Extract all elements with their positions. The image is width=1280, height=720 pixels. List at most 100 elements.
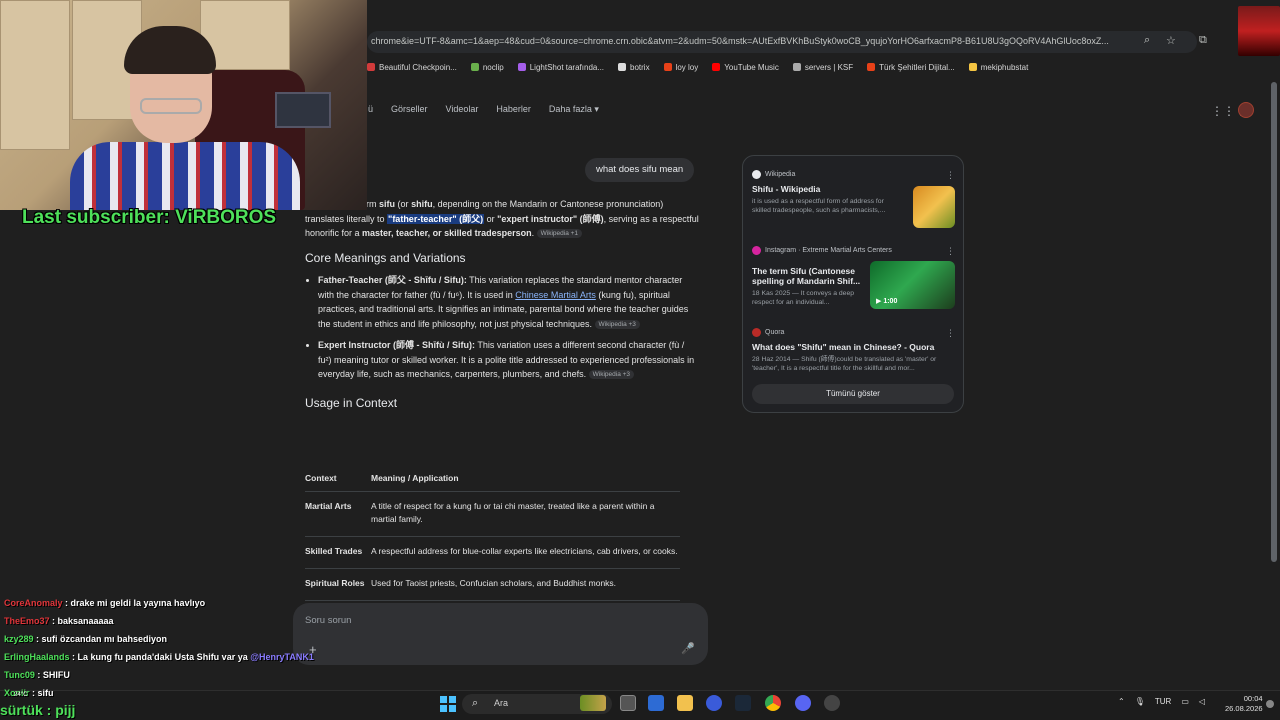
address-bar[interactable]: chrome&ie=UTF-8&amc=1&aep=48&cud=0&sourc… bbox=[367, 31, 1197, 53]
chrome-icon[interactable] bbox=[765, 695, 781, 711]
tab-videos[interactable]: Videolar bbox=[446, 104, 479, 115]
notification-icon[interactable] bbox=[1266, 700, 1274, 708]
wikipedia-icon bbox=[752, 170, 761, 179]
variations-list: Father-Teacher (師父 - Shīfu / Sifu): This… bbox=[305, 273, 700, 382]
chat-message: kzy289 : sufi özcandan mı bahsediyon bbox=[4, 630, 344, 648]
settings-icon[interactable] bbox=[824, 695, 840, 711]
source-card-instagram[interactable]: The term Sifu (Cantonese spelling of Man… bbox=[752, 261, 862, 307]
windows-start-icon[interactable] bbox=[440, 696, 456, 712]
chat-text: : drake mi geldi la yayına havlıyo bbox=[62, 598, 206, 608]
chat-username: CoreAnomaly bbox=[4, 598, 63, 608]
chat-message: Tunc09 : SHIFU bbox=[4, 666, 344, 684]
search-icon: ⌕ bbox=[472, 697, 479, 709]
show-all-button[interactable]: Tümünü göster bbox=[752, 384, 954, 404]
file-explorer-icon[interactable] bbox=[677, 695, 693, 711]
source-chip[interactable]: Wikipedia +1 bbox=[536, 229, 583, 239]
bookmark-item[interactable]: mekiphubstat bbox=[968, 63, 1028, 72]
bookmark-item[interactable]: noclip bbox=[470, 63, 504, 72]
chat-latest-line: sürtük : pijj bbox=[0, 702, 76, 718]
bookmark-item[interactable]: YouTube Music bbox=[712, 63, 779, 72]
corner-thumbnail bbox=[1238, 6, 1280, 56]
steam-icon[interactable] bbox=[735, 695, 751, 711]
quora-icon bbox=[752, 328, 761, 337]
highlighted-term: "father-teacher" (師父) bbox=[387, 213, 485, 224]
wall-poster bbox=[275, 92, 331, 128]
more-options-icon[interactable]: ⋮ bbox=[946, 170, 955, 181]
zoom-icon[interactable]: ⌕ bbox=[1144, 34, 1150, 47]
tab-all[interactable]: ü bbox=[368, 104, 373, 115]
table-header: Context bbox=[305, 470, 371, 492]
table-row: Martial Arts A title of respect for a kun… bbox=[305, 491, 680, 537]
chat-username: kzy289 bbox=[4, 634, 34, 644]
chat-message: ErlingHaalands : La kung fu panda'daki U… bbox=[4, 648, 344, 666]
search-highlight-icon[interactable] bbox=[580, 695, 606, 711]
user-query-bubble: what does sifu mean bbox=[585, 158, 695, 182]
search-tabs: ü Görseller Videolar Haberler Daha fazla… bbox=[368, 104, 599, 115]
chat-mention: @HenryTANK1 bbox=[250, 652, 314, 662]
bookmark-favicon-icon bbox=[792, 63, 801, 71]
bookmark-item[interactable]: Türk Şehitleri Dijital... bbox=[867, 63, 955, 72]
language-indicator[interactable]: TUR bbox=[1155, 697, 1171, 706]
extensions-icon[interactable]: ⧉ bbox=[1199, 34, 1207, 47]
more-options-icon[interactable]: ⋮ bbox=[946, 246, 955, 257]
bookmark-favicon-icon bbox=[367, 63, 375, 71]
bookmark-item[interactable]: botrix bbox=[618, 63, 650, 72]
chat-username: TheEmo37 bbox=[4, 616, 50, 626]
video-thumbnail[interactable]: ▶ 1:00 bbox=[870, 261, 955, 309]
bookmark-item[interactable]: Beautiful Checkpoin... bbox=[367, 63, 457, 72]
taskbar-clock[interactable]: 00:04 26.08.2026 bbox=[1225, 694, 1263, 714]
chat-message: TheEmo37 : baksanaaaaa bbox=[4, 612, 344, 630]
source-card-quora[interactable]: Quora What does "Shifu" mean in Chinese?… bbox=[752, 328, 952, 373]
source-card-instagram-header[interactable]: Instagram · Extreme Martial Arts Centers bbox=[752, 246, 947, 255]
streamer-shirt bbox=[70, 142, 300, 210]
chat-message: Xoniir : sifu bbox=[4, 684, 344, 702]
chinese-martial-arts-link[interactable]: Chinese Martial Arts bbox=[515, 290, 596, 300]
page-scrollbar[interactable] bbox=[1271, 82, 1277, 562]
ask-input-box[interactable] bbox=[293, 603, 708, 665]
calculator-icon[interactable] bbox=[648, 695, 664, 711]
bookmark-favicon-icon bbox=[712, 63, 721, 71]
bookmark-item[interactable]: servers | KSF bbox=[792, 63, 853, 72]
app-icon[interactable] bbox=[706, 695, 722, 711]
chat-text: : La kung fu panda'daki Usta Shifu var y… bbox=[69, 652, 251, 662]
webcam-feed bbox=[0, 0, 367, 210]
task-view-icon[interactable] bbox=[620, 695, 636, 711]
source-card-wikipedia[interactable]: Wikipedia Shifu - Wikipedia it is used a… bbox=[752, 170, 892, 215]
core-meanings-heading: Core Meanings and Variations bbox=[305, 250, 466, 265]
bookmark-item[interactable]: loy loy bbox=[663, 63, 698, 72]
tab-more[interactable]: Daha fazla ▾ bbox=[549, 104, 599, 115]
source-chip[interactable]: Wikipedia +3 bbox=[594, 319, 640, 329]
tab-images[interactable]: Görseller bbox=[391, 104, 428, 115]
chevron-up-icon[interactable]: ⌃ bbox=[1118, 697, 1125, 706]
bookmark-favicon-icon bbox=[517, 63, 526, 71]
microphone-tray-icon[interactable]: 🎙 bbox=[1135, 697, 1145, 706]
usage-table: Context Meaning / Application Martial Ar… bbox=[305, 470, 680, 601]
bookmark-favicon-icon bbox=[663, 63, 672, 71]
discord-icon[interactable] bbox=[795, 695, 811, 711]
bookmark-star-icon[interactable]: ☆ bbox=[1166, 34, 1176, 47]
tab-news[interactable]: Haberler bbox=[496, 104, 531, 115]
table-row: Spiritual Roles Used for Taoist priests, … bbox=[305, 568, 680, 601]
list-item: Father-Teacher (師父 - Shīfu / Sifu): This… bbox=[318, 273, 700, 331]
stream-chat: CoreAnomaly : drake mi geldi la yayına h… bbox=[4, 594, 344, 702]
chat-text: : sufi özcandan mı bahsediyon bbox=[33, 634, 168, 644]
bookmarks-bar: Beautiful Checkpoin... noclip LightShot ta… bbox=[367, 58, 1028, 76]
chat-username: Tunc09 bbox=[4, 670, 35, 680]
thumbnail-image bbox=[913, 186, 955, 228]
ai-answer: The Chinese term sifu (or shifu, dependi… bbox=[305, 197, 700, 418]
chat-text: : sifu bbox=[29, 688, 54, 698]
video-duration: ▶ 1:00 bbox=[876, 298, 898, 305]
bookmark-item[interactable]: LightShot tarafında... bbox=[517, 63, 604, 72]
volume-icon[interactable]: ◁ bbox=[1199, 697, 1205, 706]
list-item: Expert Instructor (師傅 - Shīfù / Sifu): T… bbox=[318, 338, 700, 382]
profile-avatar[interactable] bbox=[1238, 102, 1254, 118]
source-chip[interactable]: Wikipedia +3 bbox=[588, 370, 635, 380]
bookmark-favicon-icon bbox=[968, 63, 977, 71]
instagram-icon bbox=[752, 246, 761, 255]
more-options-icon[interactable]: ⋮ bbox=[946, 328, 955, 339]
bookmark-favicon-icon bbox=[470, 63, 479, 71]
microphone-icon[interactable]: 🎤 bbox=[681, 642, 695, 655]
chat-text: : SHIFU bbox=[34, 670, 70, 680]
network-icon[interactable]: ▭ bbox=[1181, 697, 1189, 706]
table-header: Meaning / Application bbox=[371, 470, 680, 492]
